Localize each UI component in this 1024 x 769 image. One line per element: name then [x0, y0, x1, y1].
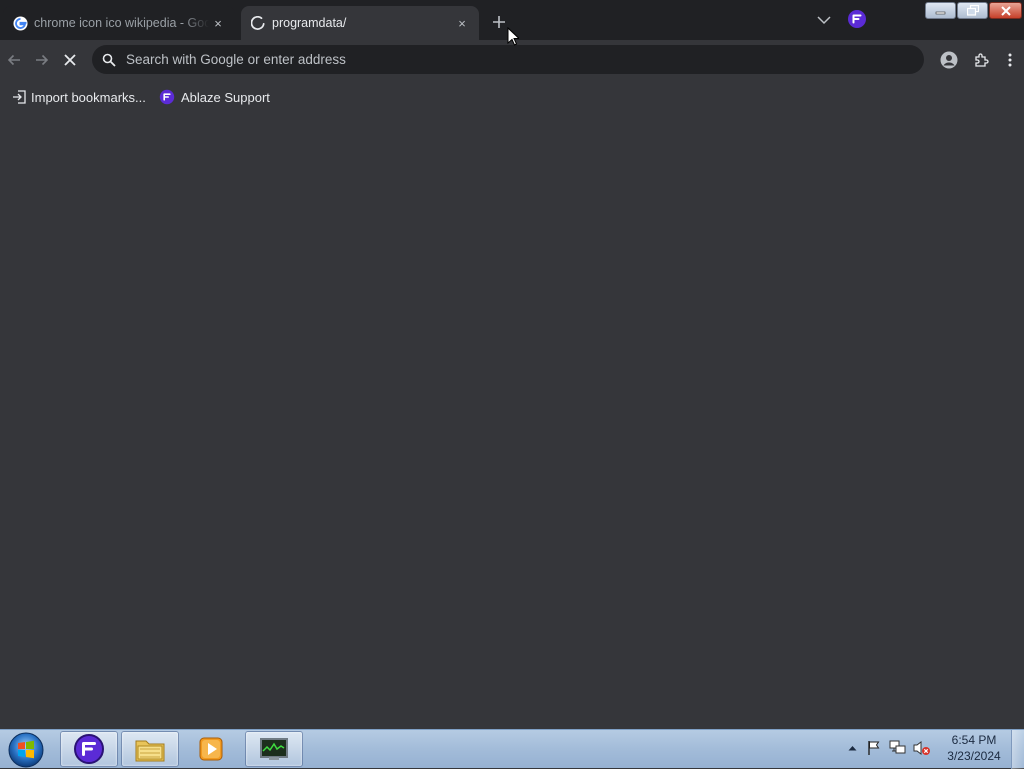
import-icon — [12, 90, 27, 104]
task-manager-icon — [260, 738, 288, 760]
forward-button[interactable] — [30, 48, 54, 72]
start-button[interactable] — [5, 731, 47, 768]
tab-programdata[interactable]: programdata/ × — [241, 6, 479, 40]
profile-button[interactable] — [937, 48, 961, 72]
taskbar-app-browser[interactable] — [60, 731, 118, 767]
bookmark-import[interactable]: Import bookmarks... — [12, 86, 146, 108]
forward-arrow-icon — [36, 54, 49, 66]
clock-date: 3/23/2024 — [947, 749, 1001, 763]
puzzle-piece-icon — [975, 53, 989, 67]
taskbar-app-explorer[interactable] — [121, 731, 179, 767]
account-icon — [940, 51, 958, 69]
taskbar: 6:54 PM 3/23/2024 — [0, 729, 1024, 769]
tab-title: programdata/ — [272, 16, 347, 30]
minimize-button[interactable] — [925, 2, 956, 19]
clock-time: 6:54 PM — [951, 733, 997, 747]
taskbar-app-task-manager[interactable] — [245, 731, 303, 767]
address-input[interactable] — [126, 45, 924, 74]
minimize-icon — [935, 11, 946, 14]
tab-search-button[interactable] — [814, 10, 834, 30]
extensions-button[interactable] — [970, 48, 994, 72]
windows-logo-icon — [8, 732, 44, 767]
media-player-icon — [199, 737, 223, 761]
page-content — [0, 110, 1024, 729]
network-icon — [889, 740, 906, 754]
search-icon — [102, 53, 116, 67]
close-window-button[interactable] — [989, 2, 1022, 19]
bookmark-label: Ablaze Support — [181, 89, 270, 105]
back-button[interactable] — [2, 48, 26, 72]
taskbar-app-media-player[interactable] — [182, 731, 240, 767]
restore-button[interactable] — [957, 2, 988, 19]
action-center-tray-icon[interactable] — [865, 738, 883, 758]
chevron-down-icon — [817, 16, 831, 25]
ablaze-logo-icon — [74, 734, 104, 764]
tab-google-search[interactable]: chrome icon ico wikipedia - Google × — [3, 6, 235, 40]
kebab-menu-icon — [1008, 53, 1012, 67]
system-clock[interactable]: 6:54 PM 3/23/2024 — [942, 732, 1006, 768]
folder-icon — [135, 740, 165, 762]
bookmark-ablaze-support[interactable]: Ablaze Support — [159, 86, 270, 108]
menu-button[interactable] — [998, 48, 1022, 72]
volume-muted-icon — [913, 741, 930, 755]
plus-icon — [493, 16, 505, 28]
bookmarks-bar: Import bookmarks... Ablaze Support — [0, 84, 1024, 110]
mouse-cursor-icon — [507, 27, 519, 46]
loading-spinner-icon — [250, 15, 266, 31]
bookmark-label: Import bookmarks... — [31, 89, 146, 105]
chevron-up-icon — [848, 746, 856, 751]
address-bar[interactable] — [92, 45, 924, 74]
flag-icon — [868, 741, 880, 755]
volume-tray-icon[interactable] — [913, 738, 931, 758]
tab-close-icon[interactable]: × — [209, 14, 227, 32]
back-arrow-icon — [7, 54, 20, 66]
close-icon — [1000, 5, 1011, 16]
stop-button[interactable] — [58, 48, 82, 72]
tab-close-icon[interactable]: × — [453, 14, 471, 32]
restore-icon — [966, 5, 979, 16]
network-tray-icon[interactable] — [889, 738, 907, 758]
tab-title: chrome icon ico wikipedia - Google — [34, 16, 209, 30]
show-hidden-icons-button[interactable] — [843, 738, 861, 758]
ablaze-logo-icon[interactable] — [847, 9, 867, 29]
google-g-icon — [12, 15, 28, 31]
stop-loading-icon — [64, 54, 76, 66]
ablaze-logo-icon — [159, 89, 175, 105]
show-desktop-button[interactable] — [1011, 730, 1024, 769]
